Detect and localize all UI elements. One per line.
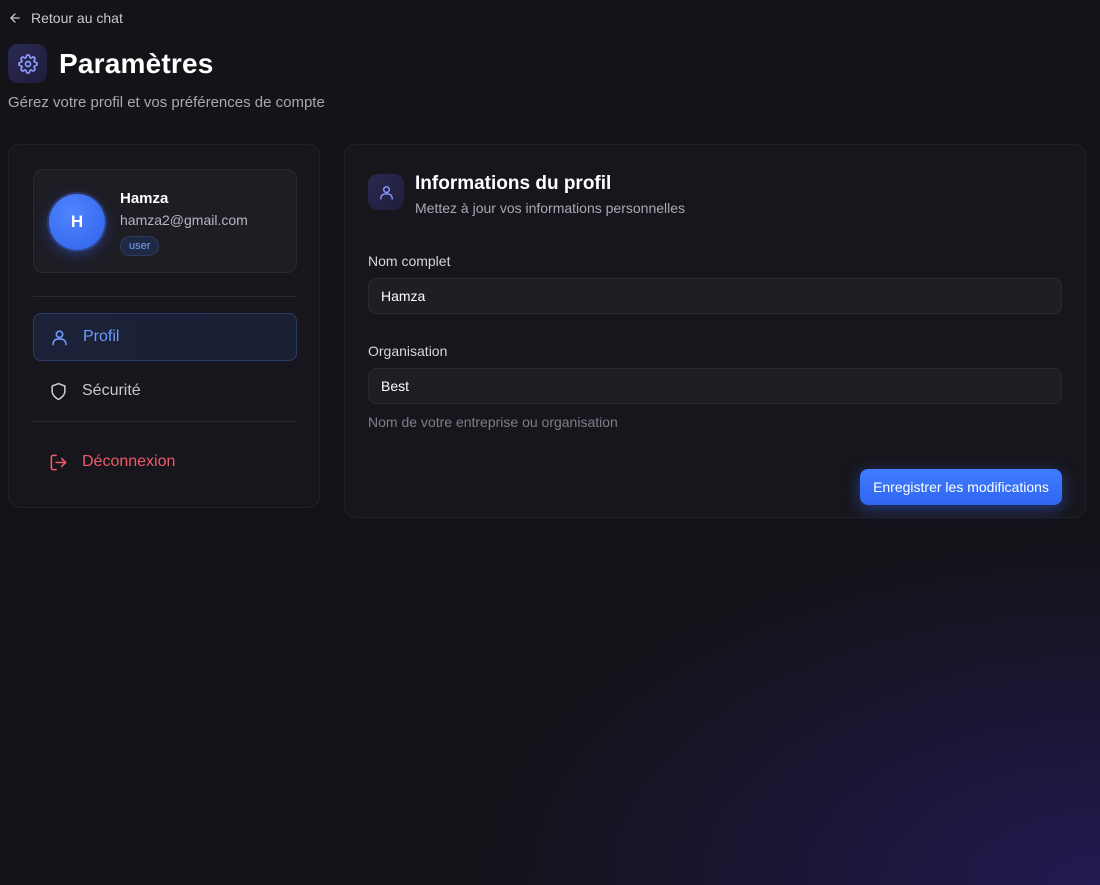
user-icon (379, 185, 393, 200)
sidebar-divider (33, 296, 297, 297)
full-name-input[interactable] (368, 278, 1062, 314)
sidebar-item-label: Profil (83, 328, 120, 345)
organisation-help-text: Nom de votre entreprise ou organisation (368, 414, 618, 430)
user-profile-card: H Hamza hamza2@gmail.com user (33, 169, 297, 273)
sidebar-item-profil[interactable]: Profil (33, 313, 297, 361)
settings-icon-badge (8, 44, 47, 83)
logout-icon (50, 454, 67, 470)
user-name: Hamza (120, 190, 169, 207)
organisation-label: Organisation (368, 343, 448, 359)
role-badge: user (120, 236, 160, 256)
full-name-label: Nom complet (368, 253, 451, 269)
arrow-left-icon (10, 13, 20, 23)
page-header: Paramètres (8, 44, 214, 83)
logout-label: Déconnexion (82, 453, 176, 470)
gear-icon (17, 53, 38, 74)
section-subtitle: Mettez à jour vos informations personnel… (415, 200, 686, 216)
profile-info-panel: Informations du profil Mettez à jour vos… (344, 144, 1086, 518)
save-changes-button[interactable]: Enregistrer les modifications (860, 469, 1062, 505)
sidebar-divider (33, 421, 297, 422)
logout-button[interactable]: Déconnexion (33, 438, 297, 486)
avatar: H (49, 194, 105, 250)
shield-icon (51, 382, 66, 400)
section-title: Informations du profil (415, 173, 612, 194)
profile-section-icon-badge (368, 174, 404, 210)
organisation-input[interactable] (368, 368, 1062, 404)
back-to-chat-link[interactable]: Retour au chat (8, 10, 123, 26)
back-to-chat-label: Retour au chat (31, 10, 123, 26)
settings-sidebar: H Hamza hamza2@gmail.com user Profil Séc… (8, 144, 320, 508)
page-title: Paramètres (59, 47, 214, 79)
sidebar-item-label: Sécurité (82, 382, 141, 399)
user-icon (52, 329, 67, 345)
page-subtitle: Gérez votre profil et vos préférences de… (8, 94, 325, 111)
user-email: hamza2@gmail.com (120, 212, 248, 228)
sidebar-item-securite[interactable]: Sécurité (33, 367, 297, 415)
